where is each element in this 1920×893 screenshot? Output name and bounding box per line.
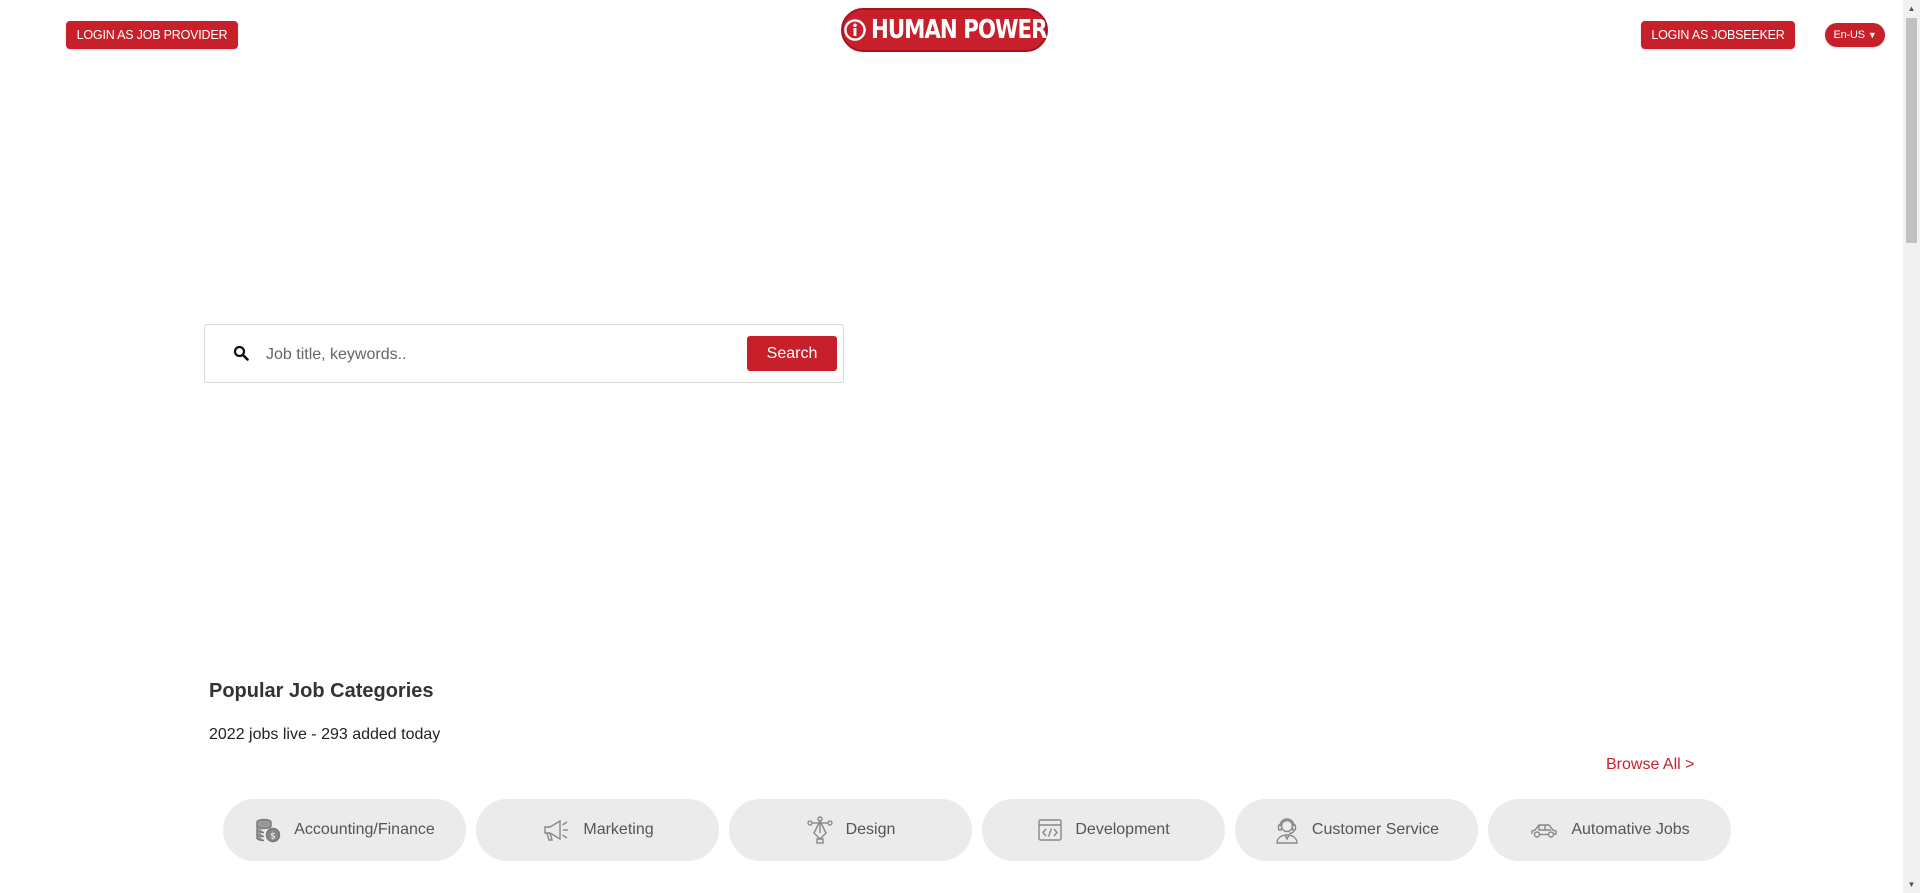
human-power-logo[interactable]: HUMAN POWER xyxy=(841,8,1048,52)
login-jobseeker-button[interactable]: LOGIN AS JOBSEEKER xyxy=(1641,21,1795,49)
jobs-count-text: 2022 jobs live - 293 added today xyxy=(209,726,441,743)
category-label: Accounting/Finance xyxy=(294,821,435,838)
logo-text: HUMAN POWER xyxy=(871,15,1048,45)
coins-icon: $ xyxy=(256,818,281,843)
pen-tool-icon xyxy=(806,816,833,844)
code-window-icon xyxy=(1038,819,1063,841)
scroll-down-arrow-icon[interactable]: ▼ xyxy=(1903,876,1920,893)
search-button[interactable]: Search xyxy=(747,336,837,371)
search-icon xyxy=(233,345,249,361)
category-label: Automative Jobs xyxy=(1571,821,1690,838)
category-label: Customer Service xyxy=(1311,821,1440,838)
category-automative-jobs[interactable]: Automative Jobs xyxy=(1488,799,1731,861)
scroll-up-arrow-icon[interactable]: ▲ xyxy=(1903,0,1920,17)
svg-text:$: $ xyxy=(270,832,276,842)
category-list: $ Accounting/Finance Marketing Design De… xyxy=(223,799,1731,861)
category-design[interactable]: Design xyxy=(729,799,972,861)
car-icon xyxy=(1531,824,1558,838)
power-icon xyxy=(844,19,866,41)
category-label: Marketing xyxy=(583,821,654,838)
category-development[interactable]: Development xyxy=(982,799,1225,861)
section-title: Popular Job Categories xyxy=(209,680,434,702)
search-bar: Search xyxy=(204,324,844,383)
browse-all-link[interactable]: Browse All > xyxy=(1606,756,1694,774)
language-dropdown[interactable]: En-US ▼ xyxy=(1825,23,1885,47)
category-accounting-finance[interactable]: $ Accounting/Finance xyxy=(223,799,466,861)
category-label: Development xyxy=(1075,821,1170,838)
vertical-scrollbar[interactable]: ▲ ▼ xyxy=(1903,0,1920,893)
megaphone-icon xyxy=(544,819,569,841)
scrollbar-thumb[interactable] xyxy=(1906,18,1917,243)
category-marketing[interactable]: Marketing xyxy=(476,799,719,861)
headset-agent-icon xyxy=(1276,818,1298,844)
category-customer-service[interactable]: Customer Service xyxy=(1235,799,1478,861)
chevron-down-icon: ▼ xyxy=(1867,30,1877,40)
category-label: Design xyxy=(845,821,896,838)
login-job-provider-button[interactable]: LOGIN AS JOB PROVIDER xyxy=(66,21,238,49)
search-input[interactable] xyxy=(264,339,748,371)
language-label: En-US xyxy=(1833,29,1865,41)
